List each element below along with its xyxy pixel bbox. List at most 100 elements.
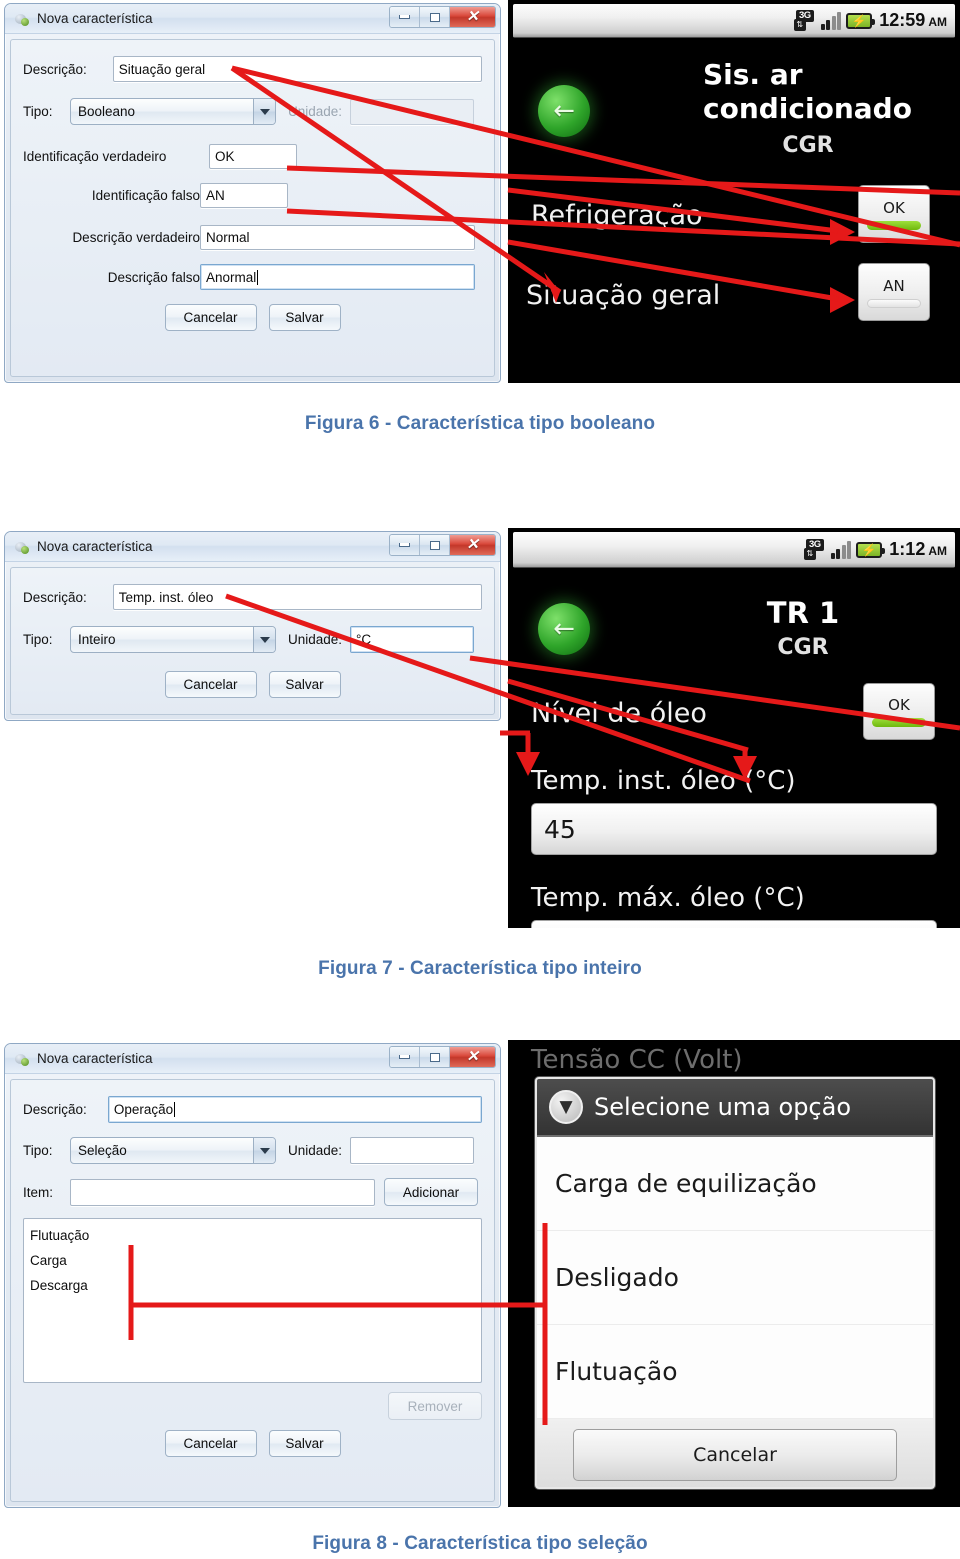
app-icon [14, 11, 30, 27]
app-icon [14, 1051, 30, 1067]
screen-subtitle: CGR [777, 635, 829, 660]
unidade-label: Unidade: [288, 1143, 343, 1158]
dialog-actions: Cancelar Salvar [23, 304, 482, 331]
close-button[interactable]: ✕ [450, 1047, 495, 1067]
row-descricao: Descrição: Situação geral [23, 56, 482, 82]
list-item[interactable]: Flutuação [30, 1223, 481, 1248]
desc-verdadeiro-input[interactable]: Normal [200, 225, 475, 250]
option-item[interactable]: Desligado [537, 1231, 933, 1325]
input-temp-inst-oleo[interactable]: 45 [531, 803, 937, 855]
dialog-cancel-button[interactable]: Cancelar [572, 1429, 898, 1481]
tipo-value: Inteiro [78, 632, 116, 647]
network-3g-icon: 3G ⇅ [803, 539, 826, 560]
chevron-down-icon[interactable] [253, 99, 275, 124]
option-item[interactable]: Carga de equilização [537, 1137, 933, 1231]
toggle-refrigeracao-btn[interactable]: OK [858, 185, 930, 243]
nova-caracteristica-dialog-selection[interactable]: Nova característica ✕ Descrição: Operaçã… [4, 1043, 501, 1508]
unidade-input[interactable] [350, 1137, 474, 1164]
descricao-input[interactable]: Situação geral [112, 56, 482, 82]
back-button-icon[interactable]: ← [538, 603, 590, 655]
item-input[interactable] [70, 1178, 375, 1206]
maximize-button[interactable] [420, 1047, 450, 1067]
toggle-nivel-oleo-value: OK [888, 696, 910, 714]
ident-falso-input[interactable]: AN [200, 183, 288, 208]
row-label-situacao: Situação geral [526, 280, 721, 311]
row-tipo: Tipo: Seleção Unidade: [23, 1137, 482, 1164]
figure-8-block: Nova característica ✕ Descrição: Operaçã… [0, 1040, 960, 1554]
tipo-select[interactable]: Booleano [70, 98, 276, 125]
status-icons: 3G ⇅ ⚡ [793, 10, 876, 31]
cancel-button[interactable]: Cancelar [164, 304, 257, 331]
window-controls: ✕ [389, 1046, 496, 1068]
row-ident-verdadeiro: Identificação verdadeiro OK [23, 144, 482, 169]
cancel-button[interactable]: Cancelar [164, 1430, 257, 1457]
tipo-label: Tipo: [23, 104, 53, 119]
tipo-select[interactable]: Seleção [70, 1137, 276, 1164]
minimize-button[interactable] [390, 7, 420, 27]
dialog-header: ▼ Selecione uma opção [537, 1079, 933, 1137]
dialog-actions: Cancelar Salvar [23, 671, 482, 698]
minimize-button[interactable] [390, 1047, 420, 1067]
desc-verdadeiro-label: Descrição verdadeiro [72, 230, 200, 245]
ident-verdadeiro-value: OK [215, 149, 235, 164]
descricao-input[interactable]: Temp. inst. óleo [112, 584, 482, 610]
dialog-footer: Cancelar [537, 1419, 933, 1487]
battery-charging-icon: ⚡ [846, 12, 876, 29]
save-button[interactable]: Salvar [268, 1430, 341, 1457]
row-tipo: Tipo: Inteiro Unidade: °C [23, 626, 482, 653]
descricao-input[interactable]: Operação [107, 1096, 482, 1123]
add-item-button[interactable]: Adicionar [384, 1178, 478, 1206]
nova-caracteristica-dialog-integer[interactable]: Nova característica ✕ Descrição: Temp. i… [4, 531, 501, 721]
ident-falso-label: Identificação falso [91, 188, 200, 203]
chevron-down-icon[interactable] [253, 627, 275, 652]
ident-verdadeiro-input[interactable]: OK [209, 144, 297, 169]
row-descricao: Descrição: Temp. inst. óleo [23, 584, 482, 610]
toggle-situacao-btn[interactable]: AN [858, 263, 930, 321]
screen-subtitle: CGR [782, 133, 834, 158]
toggle-nivel-oleo[interactable]: OK [863, 683, 935, 740]
figure-7-row: Nova característica ✕ Descrição: Temp. i… [0, 528, 960, 928]
unidade-input[interactable]: °C [350, 626, 474, 653]
nova-caracteristica-dialog-boolean[interactable]: Nova característica ✕ Descrição: Situaçã… [4, 3, 501, 383]
list-item[interactable]: Carga [30, 1248, 481, 1273]
status-icons: 3G ⇅ ⚡ [803, 539, 886, 560]
back-button-icon[interactable]: ← [538, 85, 590, 137]
select-option-dialog[interactable]: ▼ Selecione uma opção Carga de equilizaç… [535, 1077, 935, 1489]
save-button[interactable]: Salvar [268, 304, 341, 331]
tipo-select[interactable]: Inteiro [70, 626, 276, 653]
network-3g-icon: 3G ⇅ [793, 10, 816, 31]
chevron-down-circle-icon: ▼ [549, 1090, 583, 1124]
app-icon [14, 539, 30, 555]
maximize-button[interactable] [420, 7, 450, 27]
battery-charging-icon: ⚡ [856, 541, 886, 558]
row-item: Item: Adicionar [23, 1178, 482, 1206]
row-desc-falso: Descrição falso Anormal [23, 264, 482, 290]
chevron-down-icon[interactable] [253, 1138, 275, 1163]
status-time: 1:12 AM [889, 539, 947, 559]
close-icon: ✕ [466, 8, 479, 25]
close-icon: ✕ [466, 1048, 479, 1065]
close-button[interactable]: ✕ [450, 7, 495, 27]
row-tipo: Tipo: Booleano Unidade: [23, 98, 482, 125]
minimize-button[interactable] [390, 535, 420, 555]
dialog-title: Nova característica [37, 1051, 153, 1066]
unidade-value: °C [356, 632, 372, 647]
tipo-value: Booleano [78, 104, 136, 119]
figure-7-caption: Figura 7 - Característica tipo inteiro [318, 958, 642, 979]
items-listbox[interactable]: Flutuação Carga Descarga [23, 1218, 482, 1383]
save-button[interactable]: Salvar [268, 671, 341, 698]
maximize-button[interactable] [420, 535, 450, 555]
dialog-titlebar: Nova característica ✕ [5, 4, 500, 34]
list-item[interactable]: Descarga [30, 1273, 481, 1298]
status-bar: 3G ⇅ ⚡ 1:12 AM [513, 532, 955, 568]
item-label: Item: [23, 1184, 54, 1200]
desc-falso-label: Descrição falso [107, 269, 200, 285]
unidade-input [350, 98, 474, 125]
input-temp-max-oleo[interactable] [531, 920, 937, 928]
desc-falso-input[interactable]: Anormal [200, 264, 475, 290]
close-button[interactable]: ✕ [450, 535, 495, 555]
tipo-label: Tipo: [23, 632, 53, 647]
cancel-button[interactable]: Cancelar [164, 671, 257, 698]
close-icon: ✕ [466, 536, 479, 553]
option-item[interactable]: Flutuação [537, 1325, 933, 1419]
